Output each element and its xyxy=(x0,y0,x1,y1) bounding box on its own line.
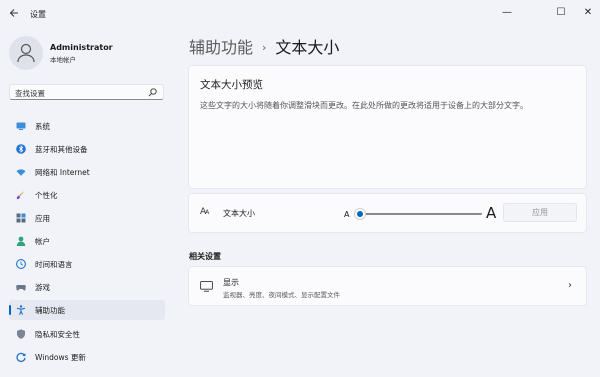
apps-icon xyxy=(16,213,26,223)
avatar[interactable] xyxy=(9,36,43,70)
preview-text: 这些文字的大小将随着你调整滑块而更改。在此处所做的更改将适用于设备上的大部分文字… xyxy=(200,101,528,110)
selection-indicator xyxy=(9,305,11,315)
preview-title: 文本大小预览 xyxy=(200,79,263,91)
sidebar-item-label: 游戏 xyxy=(35,283,50,292)
close-button[interactable]: ✕ xyxy=(578,5,598,21)
sidebar-item-label: 网络和 Internet xyxy=(35,168,90,177)
sidebar-item-time-language[interactable]: 时间和语言 xyxy=(9,254,165,274)
slider-min-label: A xyxy=(344,210,350,219)
display-settings-link[interactable]: 显示 监视器、亮度、夜间模式、显示配置文件 › xyxy=(188,266,587,306)
display-subtitle: 监视器、亮度、夜间模式、显示配置文件 xyxy=(223,291,340,299)
text-size-preview-card: 文本大小预览 这些文字的大小将随着你调整滑块而更改。在此处所做的更改将适用于设备… xyxy=(188,65,587,189)
sidebar-item-label: 时间和语言 xyxy=(35,260,73,269)
sidebar-item-gaming[interactable]: 游戏 xyxy=(9,277,165,297)
text-size-slider-thumb[interactable] xyxy=(354,208,366,220)
sidebar-item-system[interactable]: 系统 xyxy=(9,116,165,136)
user-icon xyxy=(17,43,35,63)
text-size-slider-track[interactable] xyxy=(356,213,482,215)
wifi-icon xyxy=(16,169,26,176)
page-title: 文本大小 xyxy=(275,38,340,57)
monitor-icon xyxy=(16,122,26,130)
chevron-right-icon: › xyxy=(568,280,572,291)
sidebar-item-label: 个性化 xyxy=(35,191,58,200)
globe-clock-icon xyxy=(16,259,26,269)
display-title: 显示 xyxy=(223,278,239,287)
minimize-button[interactable]: — xyxy=(497,5,517,21)
sidebar-item-personalization[interactable]: 个性化 xyxy=(9,185,165,205)
sidebar-item-label: 系统 xyxy=(35,122,50,131)
back-button[interactable] xyxy=(7,8,21,22)
user-name: Administrator xyxy=(50,43,113,52)
sidebar-item-label: 应用 xyxy=(35,214,50,223)
text-size-icon: AA xyxy=(200,207,209,217)
title-bar: 设置 — ☐ ✕ xyxy=(0,0,600,30)
back-arrow-icon xyxy=(9,9,18,17)
shield-icon xyxy=(17,329,25,339)
maximize-button[interactable]: ☐ xyxy=(551,5,571,21)
text-size-icon-small: A xyxy=(205,209,209,216)
breadcrumb-separator: › xyxy=(262,41,267,54)
search-placeholder: 查找设置 xyxy=(15,89,45,98)
sidebar-item-label: Windows 更新 xyxy=(35,353,86,362)
sidebar-item-label: 隐私和安全性 xyxy=(35,330,80,339)
sidebar-item-label: 蓝牙和其他设备 xyxy=(35,145,88,154)
bluetooth-icon xyxy=(16,144,26,154)
text-size-label: 文本大小 xyxy=(223,209,255,218)
sidebar-item-label: 辅助功能 xyxy=(35,306,65,315)
text-size-card: AA 文本大小 A A 应用 xyxy=(188,193,587,233)
brush-icon xyxy=(16,190,25,200)
sidebar-item-accounts[interactable]: 帐户 xyxy=(9,231,165,251)
account-type: 本地帐户 xyxy=(50,56,76,64)
accessibility-icon xyxy=(16,305,26,315)
related-settings-heading: 相关设置 xyxy=(189,252,221,261)
search-input[interactable]: 查找设置 xyxy=(9,84,164,100)
app-title: 设置 xyxy=(30,10,46,19)
search-icon[interactable] xyxy=(148,88,157,97)
person-icon xyxy=(16,236,26,246)
sidebar-item-network[interactable]: 网络和 Internet xyxy=(9,162,165,182)
sidebar-item-accessibility[interactable]: 辅助功能 xyxy=(9,300,165,320)
breadcrumb-parent[interactable]: 辅助功能 xyxy=(189,38,253,57)
gamepad-icon xyxy=(16,285,26,291)
breadcrumb: 辅助功能 › 文本大小 xyxy=(189,34,339,58)
sidebar-item-windows-update[interactable]: Windows 更新 xyxy=(9,347,165,367)
sidebar-item-privacy-security[interactable]: 隐私和安全性 xyxy=(9,324,165,344)
display-icon xyxy=(200,281,213,292)
sidebar-item-bluetooth[interactable]: 蓝牙和其他设备 xyxy=(9,139,165,159)
slider-max-label: A xyxy=(486,204,497,222)
windows-update-icon xyxy=(16,352,26,362)
sidebar-item-label: 帐户 xyxy=(35,237,50,246)
sidebar-item-apps[interactable]: 应用 xyxy=(9,208,165,228)
apply-button[interactable]: 应用 xyxy=(503,203,577,222)
